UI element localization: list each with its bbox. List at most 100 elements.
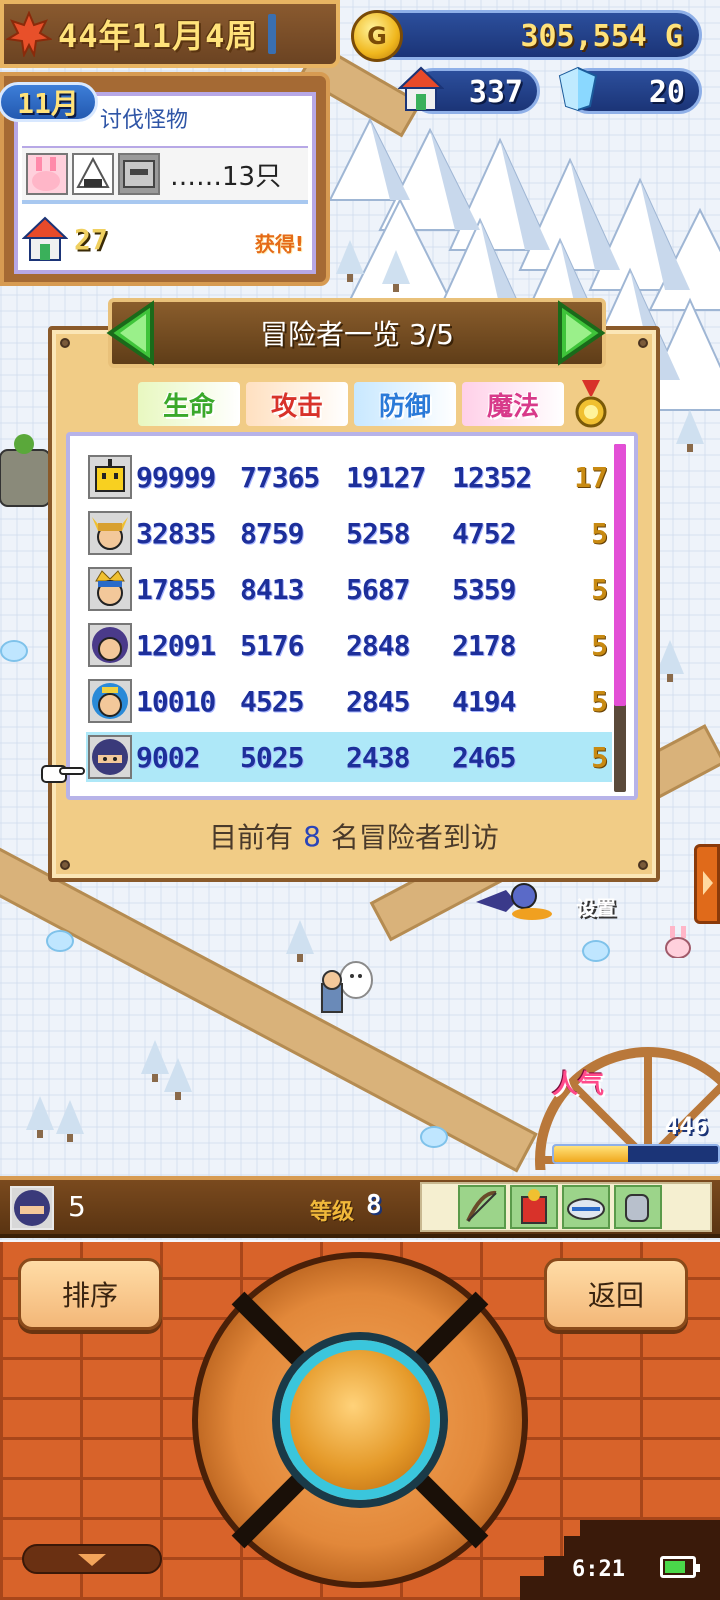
adventurer-row-selected[interactable]: 9002 5025 2438 2465 5 — [86, 732, 612, 782]
maple-leaf-icon — [6, 11, 52, 57]
defense-value: 2845 — [346, 684, 410, 718]
ice-block — [582, 940, 610, 962]
magic-value: 5359 — [452, 572, 516, 606]
date-progress-bar — [268, 14, 277, 54]
hp-value: 9002 — [136, 740, 200, 774]
scrollbar-thumb[interactable] — [614, 444, 626, 706]
visitor-count: 8 — [303, 819, 321, 853]
hp-value: 10010 — [136, 684, 216, 718]
defense-value: 19127 — [346, 460, 426, 494]
defense-value: 5687 — [346, 572, 410, 606]
date-text: 44年11月4周 — [58, 17, 259, 55]
defense-value: 5258 — [346, 516, 410, 550]
crowned-warrior-icon — [88, 567, 132, 611]
pointing-hand-icon — [41, 765, 85, 783]
adventurer-list[interactable]: 99999 77365 19127 12352 17 32835 8759 52… — [66, 432, 638, 800]
helmet-icon[interactable] — [562, 1185, 610, 1229]
quest-reward-row: 27 获得! — [22, 210, 308, 268]
quest-panel[interactable]: 11月 讨伐怪物 ……13只 27 获得! — [0, 72, 330, 286]
houses-value: 337 — [468, 75, 523, 110]
level-medal-icon[interactable] — [574, 380, 608, 430]
adventurer-row[interactable]: 12091 5176 2848 2178 5 — [86, 620, 612, 670]
house-icon — [398, 66, 444, 111]
panel-title-bar: 冒险者一览 3/5 — [108, 298, 606, 368]
popularity-bar-fill — [554, 1146, 628, 1162]
walking-adventurer[interactable] — [314, 958, 384, 1018]
level-value: 5 — [591, 572, 608, 606]
gold-value: 305,554 G — [520, 19, 683, 54]
magic-value: 2465 — [452, 740, 516, 774]
blue-mage-icon — [88, 679, 132, 723]
obtain-label: 获得! — [254, 232, 304, 256]
sort-attack-header[interactable]: 攻击 — [246, 382, 348, 426]
panel-title: 冒险者一览 3/5 — [260, 318, 454, 351]
popularity-label: 人气 — [552, 1070, 605, 1100]
rabbit-monster[interactable] — [664, 926, 694, 958]
gold-coin-icon: G — [351, 10, 403, 62]
quest-target-row: ……13只 — [22, 146, 308, 204]
pink-rabbit-icon — [26, 153, 68, 195]
level-label: 等级 — [310, 1200, 355, 1225]
red-armor-icon[interactable] — [510, 1185, 558, 1229]
magic-value: 2178 — [452, 628, 516, 662]
ninja-icon — [10, 1186, 54, 1230]
house-icon — [22, 216, 68, 261]
crystals-value: 20 — [648, 75, 685, 110]
attack-value: 5025 — [240, 740, 304, 774]
magic-value: 4194 — [452, 684, 516, 718]
next-page-arrow-icon[interactable] — [556, 300, 606, 366]
quest-title: 讨伐怪物 — [100, 108, 189, 133]
quest-count: ……13只 — [170, 161, 282, 192]
expand-menu-button[interactable] — [22, 1544, 162, 1574]
gauntlet-icon[interactable] — [614, 1185, 662, 1229]
gold-display: G 305,554 G — [351, 10, 702, 62]
footer-suffix: 名冒险者到访 — [330, 821, 499, 854]
adventurer-row[interactable]: 32835 8759 5258 4752 5 — [86, 508, 612, 558]
building-label: 设置 — [576, 896, 616, 920]
sort-hp-header[interactable]: 生命 — [138, 382, 240, 426]
hooded-hero-icon — [88, 623, 132, 667]
bow-icon[interactable] — [458, 1185, 506, 1229]
side-menu-tab[interactable] — [694, 844, 720, 924]
defense-value: 2848 — [346, 628, 410, 662]
popularity-value: 446 — [664, 1112, 708, 1140]
equipment-slots — [420, 1182, 712, 1232]
battery-icon — [660, 1556, 700, 1578]
horned-warrior-icon — [88, 511, 132, 555]
stone-block-icon — [118, 153, 160, 195]
attack-value: 8413 — [240, 572, 304, 606]
direction-dial[interactable] — [192, 1252, 528, 1588]
attack-value: 8759 — [240, 516, 304, 550]
popularity-bar — [552, 1144, 720, 1164]
level-value: 5 — [591, 740, 608, 774]
crystal-icon — [558, 66, 598, 112]
adventurer-row[interactable]: 10010 4525 2845 4194 5 — [86, 676, 612, 726]
magic-value: 12352 — [452, 460, 532, 494]
quest-reward-value: 27 — [74, 222, 108, 256]
sort-magic-header[interactable]: 魔法 — [462, 382, 564, 426]
popularity-gauge: 人气 446 — [528, 1040, 720, 1170]
rock-golem[interactable] — [0, 430, 52, 510]
hp-value: 17855 — [136, 572, 216, 606]
yellow-box-icon — [88, 455, 132, 499]
adventurer-row[interactable]: 99999 77365 19127 12352 17 — [86, 452, 612, 502]
adventurer-row[interactable]: 17855 8413 5687 5359 5 — [86, 564, 612, 614]
rivet — [638, 338, 648, 348]
visitor-count-text: 目前有 8 名冒险者到访 — [62, 808, 646, 864]
rice-ball-icon — [72, 153, 114, 195]
back-button[interactable]: 返回 — [544, 1258, 688, 1330]
sort-button[interactable]: 排序 — [18, 1258, 162, 1330]
level-value: 17 — [574, 460, 608, 494]
attack-value: 5176 — [240, 628, 304, 662]
level-value: 5 — [591, 684, 608, 718]
footer-prefix: 目前有 — [209, 821, 294, 854]
hp-value: 32835 — [136, 516, 216, 550]
selected-adventurer-bar: 5 等级 8 — [0, 1176, 720, 1238]
dial-center-button[interactable] — [280, 1340, 440, 1500]
hp-value: 12091 — [136, 628, 216, 662]
selected-level: 8 — [366, 1190, 382, 1220]
magic-value: 4752 — [452, 516, 516, 550]
sort-defense-header[interactable]: 防御 — [354, 382, 456, 426]
list-scrollbar[interactable] — [614, 444, 626, 792]
prev-page-arrow-icon[interactable] — [106, 300, 156, 366]
